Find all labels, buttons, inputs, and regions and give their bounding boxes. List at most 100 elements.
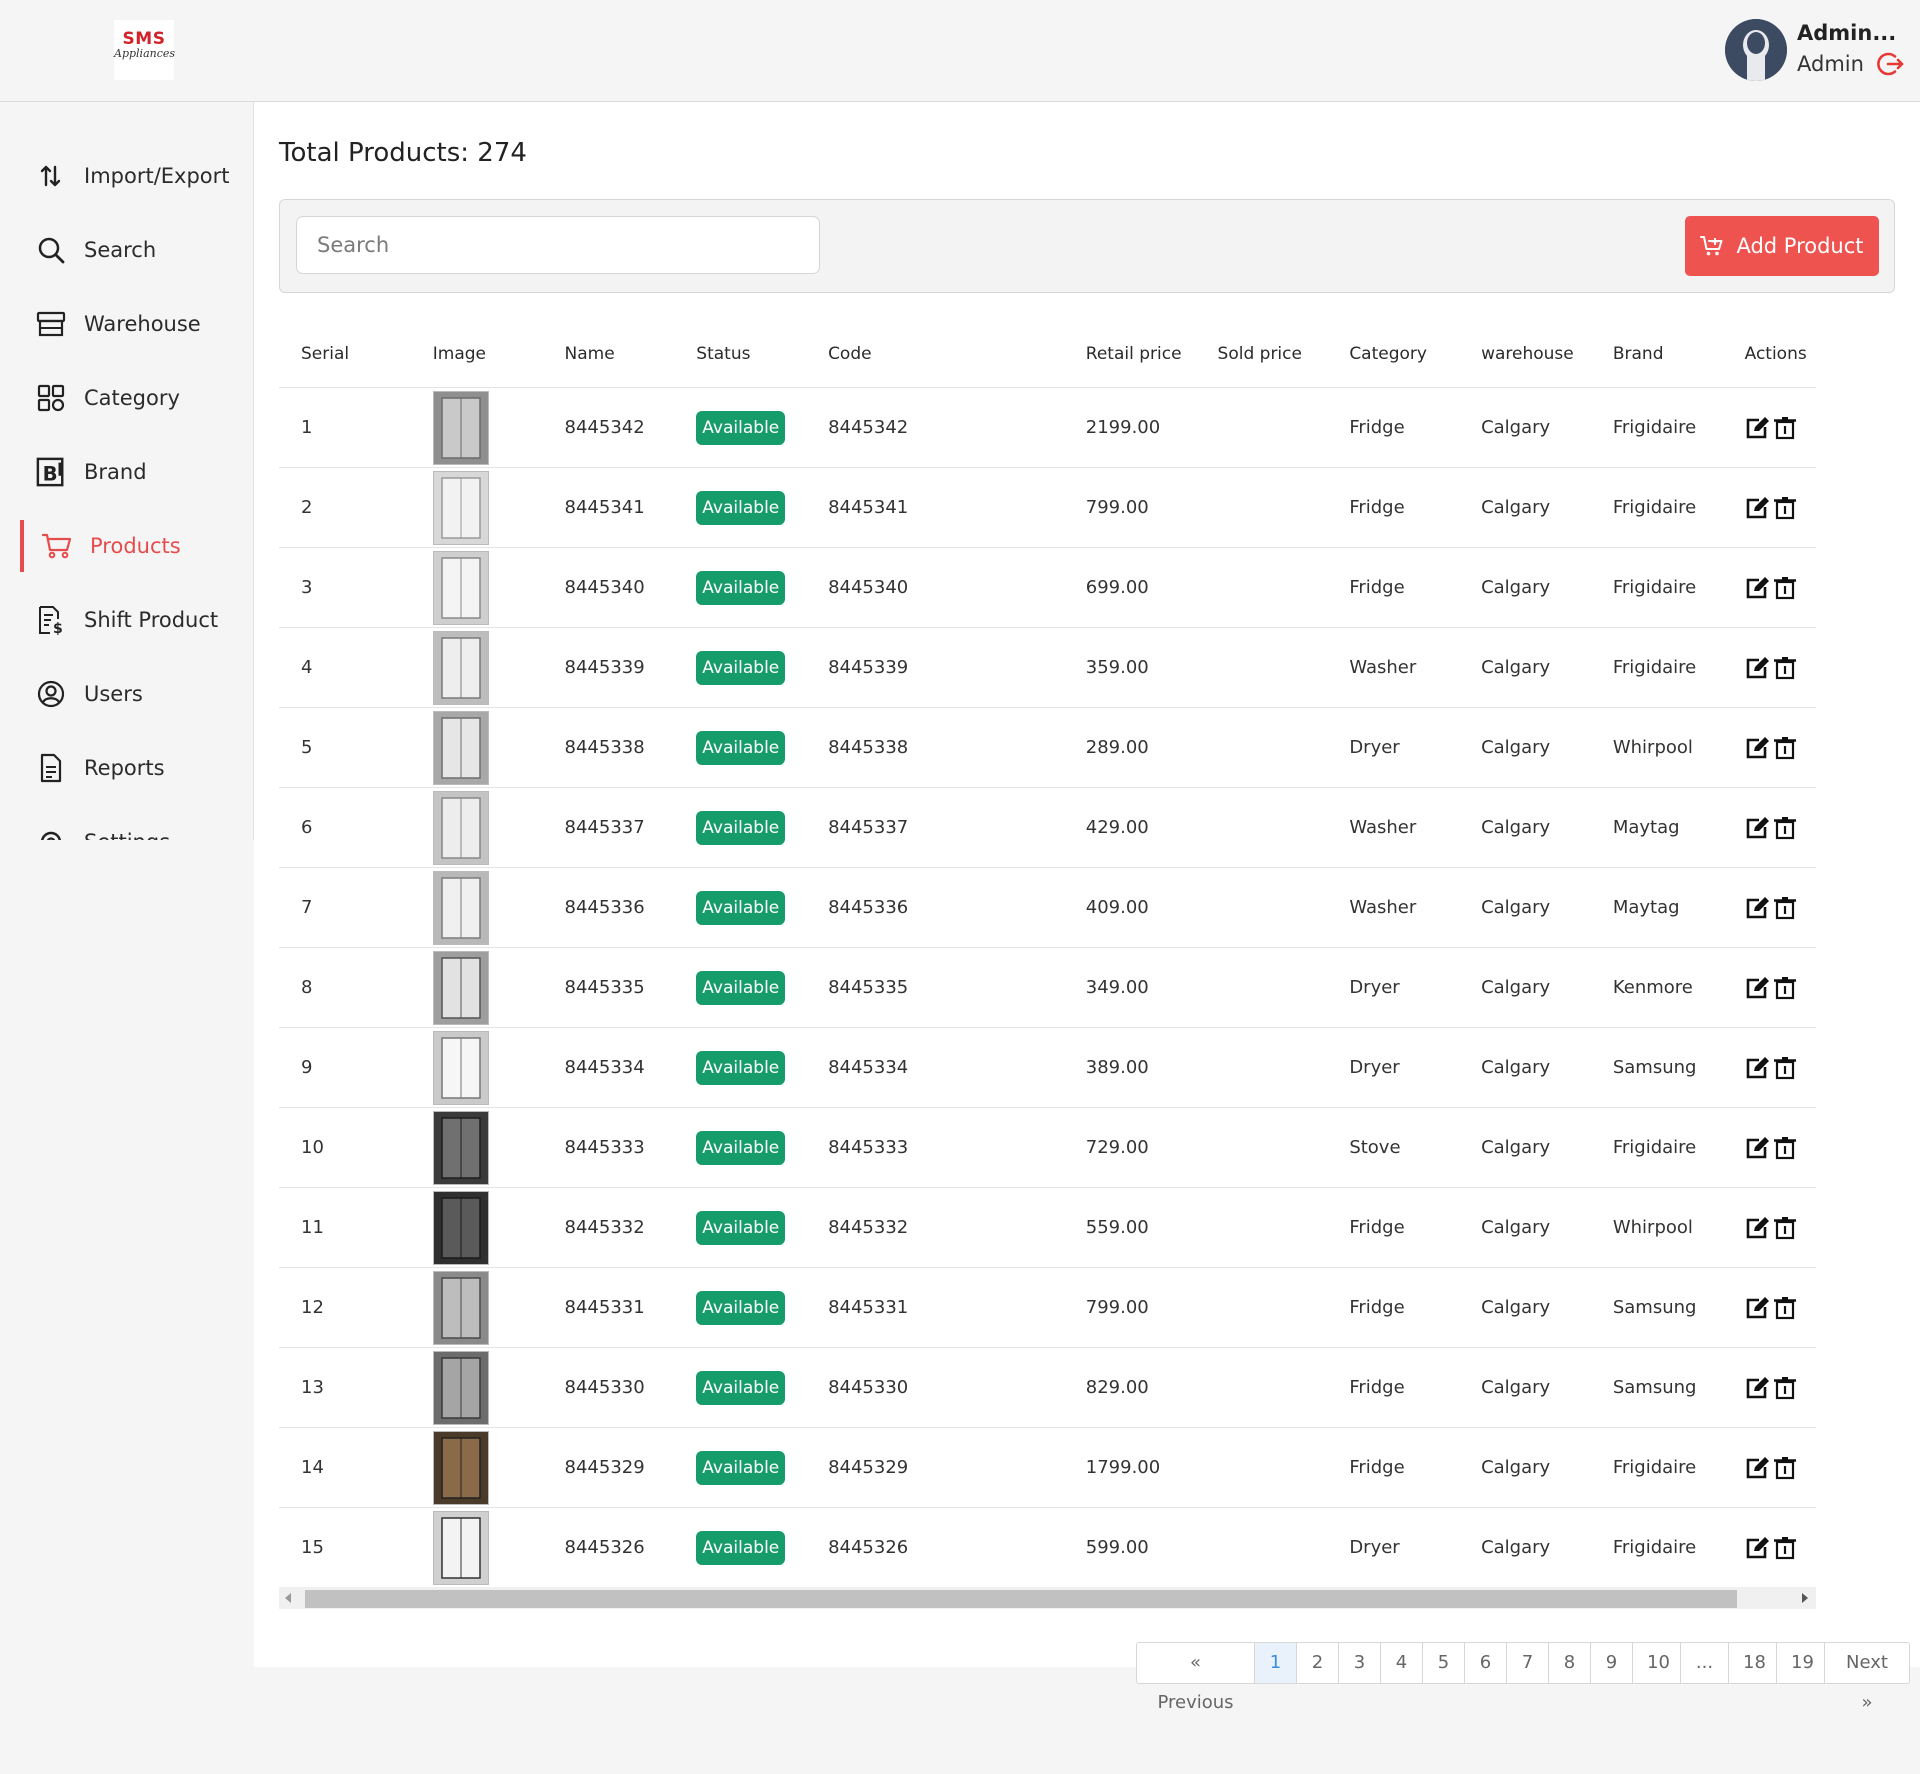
name-cell: 8445329 (542, 1427, 675, 1508)
edit-icon[interactable] (1745, 1456, 1771, 1480)
previous-page-button[interactable]: « Previous (1137, 1643, 1255, 1713)
scroll-left-arrow[interactable] (285, 1593, 291, 1603)
table-row[interactable]: 12 8445331 Available 8445331 799.00 Fridge Cal… (279, 1267, 1816, 1348)
name-cell: 8445332 (542, 1187, 675, 1268)
search-input[interactable] (296, 216, 820, 274)
edit-icon[interactable] (1745, 816, 1771, 840)
table-row[interactable]: 3 8445340 Available 8445340 699.00 Fridge Calg… (279, 547, 1816, 628)
page-link-3[interactable]: 3 (1339, 1643, 1381, 1683)
edit-icon[interactable] (1745, 1536, 1771, 1560)
status-cell: Available (674, 387, 807, 468)
delete-icon[interactable] (1773, 496, 1797, 520)
product-thumbnail[interactable] (432, 790, 489, 865)
page-link-4[interactable]: 4 (1381, 1643, 1423, 1683)
product-thumbnail[interactable] (432, 1510, 489, 1585)
product-thumbnail[interactable] (432, 550, 489, 625)
sold-price-cell (1195, 467, 1328, 548)
product-thumbnail[interactable] (432, 1430, 489, 1505)
product-thumbnail[interactable] (432, 1030, 489, 1105)
table-row[interactable]: 6 8445337 Available 8445337 429.00 Washer Calg… (279, 787, 1816, 868)
edit-icon[interactable] (1745, 1216, 1771, 1240)
product-thumbnail[interactable] (432, 390, 489, 465)
sidebar-item-settings[interactable]: Settings (20, 816, 252, 840)
next-page-button[interactable]: Next » (1825, 1643, 1909, 1713)
sms-appliances-logo[interactable]: SMS Appliances (114, 20, 175, 80)
table-row[interactable]: 15 8445326 Available 8445326 599.00 Dryer Calg… (279, 1507, 1816, 1588)
edit-icon[interactable] (1745, 1056, 1771, 1080)
products-table-container[interactable]: Serial Image Name Status Code Retail price Sol… (279, 320, 1816, 1610)
table-row[interactable]: 13 8445330 Available 8445330 829.00 Fridge Cal… (279, 1347, 1816, 1428)
product-thumbnail[interactable] (432, 870, 489, 945)
delete-icon[interactable] (1773, 736, 1797, 760)
product-thumbnail[interactable] (432, 710, 489, 785)
edit-icon[interactable] (1745, 896, 1771, 920)
product-thumbnail[interactable] (432, 1190, 489, 1265)
table-row[interactable]: 9 8445334 Available 8445334 389.00 Dryer Calga… (279, 1027, 1816, 1108)
page-link-9[interactable]: 9 (1591, 1643, 1633, 1683)
edit-icon[interactable] (1745, 976, 1771, 1000)
page-link-5[interactable]: 5 (1423, 1643, 1465, 1683)
edit-icon[interactable] (1745, 656, 1771, 680)
delete-icon[interactable] (1773, 896, 1797, 920)
edit-icon[interactable] (1745, 1376, 1771, 1400)
page-link-18[interactable]: 18 (1729, 1643, 1777, 1683)
delete-icon[interactable] (1773, 656, 1797, 680)
delete-icon[interactable] (1773, 1536, 1797, 1560)
page-link-19[interactable]: 19 (1777, 1643, 1825, 1683)
table-row[interactable]: 8 8445335 Available 8445335 349.00 Dryer Calga… (279, 947, 1816, 1028)
sidebar-item-users[interactable]: Users (20, 668, 252, 720)
sidebar-item-search[interactable]: Search (20, 224, 252, 276)
logout-icon[interactable] (1877, 50, 1905, 78)
sidebar-item-shift-product[interactable]: $ Shift Product (20, 594, 252, 646)
delete-icon[interactable] (1773, 1136, 1797, 1160)
scrollbar-thumb[interactable] (305, 1590, 1737, 1608)
product-thumbnail[interactable] (432, 1270, 489, 1345)
table-row[interactable]: 14 8445329 Available 8445329 1799.00 Fridge Ca… (279, 1427, 1816, 1508)
delete-icon[interactable] (1773, 1216, 1797, 1240)
edit-icon[interactable] (1745, 1296, 1771, 1320)
product-thumbnail[interactable] (432, 630, 489, 705)
page-link-6[interactable]: 6 (1465, 1643, 1507, 1683)
sidebar-item-reports[interactable]: Reports (20, 742, 252, 794)
page-link-1[interactable]: 1 (1255, 1643, 1297, 1683)
delete-icon[interactable] (1773, 1376, 1797, 1400)
page-link-7[interactable]: 7 (1507, 1643, 1549, 1683)
sidebar-item-brand[interactable]: B Brand (20, 446, 252, 498)
page-link-2[interactable]: 2 (1297, 1643, 1339, 1683)
table-row[interactable]: 2 8445341 Available 8445341 799.00 Fridge Calg… (279, 467, 1816, 548)
sidebar-item-warehouse[interactable]: Warehouse (20, 298, 252, 350)
page-link-10[interactable]: 10 (1633, 1643, 1681, 1683)
table-row[interactable]: 5 8445338 Available 8445338 289.00 Dryer Calga… (279, 707, 1816, 788)
table-row[interactable]: 1 8445342 Available 8445342 2199.00 Fridge Cal… (279, 387, 1816, 468)
table-row[interactable]: 4 8445339 Available 8445339 359.00 Washer Calg… (279, 627, 1816, 708)
delete-icon[interactable] (1773, 416, 1797, 440)
sidebar-item-category[interactable]: Category (20, 372, 252, 424)
delete-icon[interactable] (1773, 1056, 1797, 1080)
edit-icon[interactable] (1745, 736, 1771, 760)
edit-icon[interactable] (1745, 496, 1771, 520)
add-product-button[interactable]: Add Product (1685, 216, 1879, 276)
delete-icon[interactable] (1773, 976, 1797, 1000)
horizontal-scrollbar[interactable] (279, 1587, 1816, 1609)
table-row[interactable]: 7 8445336 Available 8445336 409.00 Washer Calg… (279, 867, 1816, 948)
product-thumbnail[interactable] (432, 1350, 489, 1425)
table-row[interactable]: 11 8445332 Available 8445332 559.00 Fridge Cal… (279, 1187, 1816, 1268)
scroll-right-arrow[interactable] (1802, 1593, 1808, 1603)
sidebar-item-products[interactable]: Products (20, 520, 253, 572)
avatar[interactable] (1725, 19, 1787, 81)
delete-icon[interactable] (1773, 1456, 1797, 1480)
sidebar-item-import-export[interactable]: Import/Export (20, 150, 252, 202)
category-cell: Fridge (1327, 1267, 1460, 1348)
actions-cell (1722, 787, 1816, 868)
edit-icon[interactable] (1745, 1136, 1771, 1160)
product-thumbnail[interactable] (432, 1110, 489, 1185)
edit-icon[interactable] (1745, 416, 1771, 440)
page-link-8[interactable]: 8 (1549, 1643, 1591, 1683)
product-thumbnail[interactable] (432, 470, 489, 545)
product-thumbnail[interactable] (432, 950, 489, 1025)
delete-icon[interactable] (1773, 576, 1797, 600)
edit-icon[interactable] (1745, 576, 1771, 600)
delete-icon[interactable] (1773, 1296, 1797, 1320)
table-row[interactable]: 10 8445333 Available 8445333 729.00 Stove Calg… (279, 1107, 1816, 1188)
delete-icon[interactable] (1773, 816, 1797, 840)
